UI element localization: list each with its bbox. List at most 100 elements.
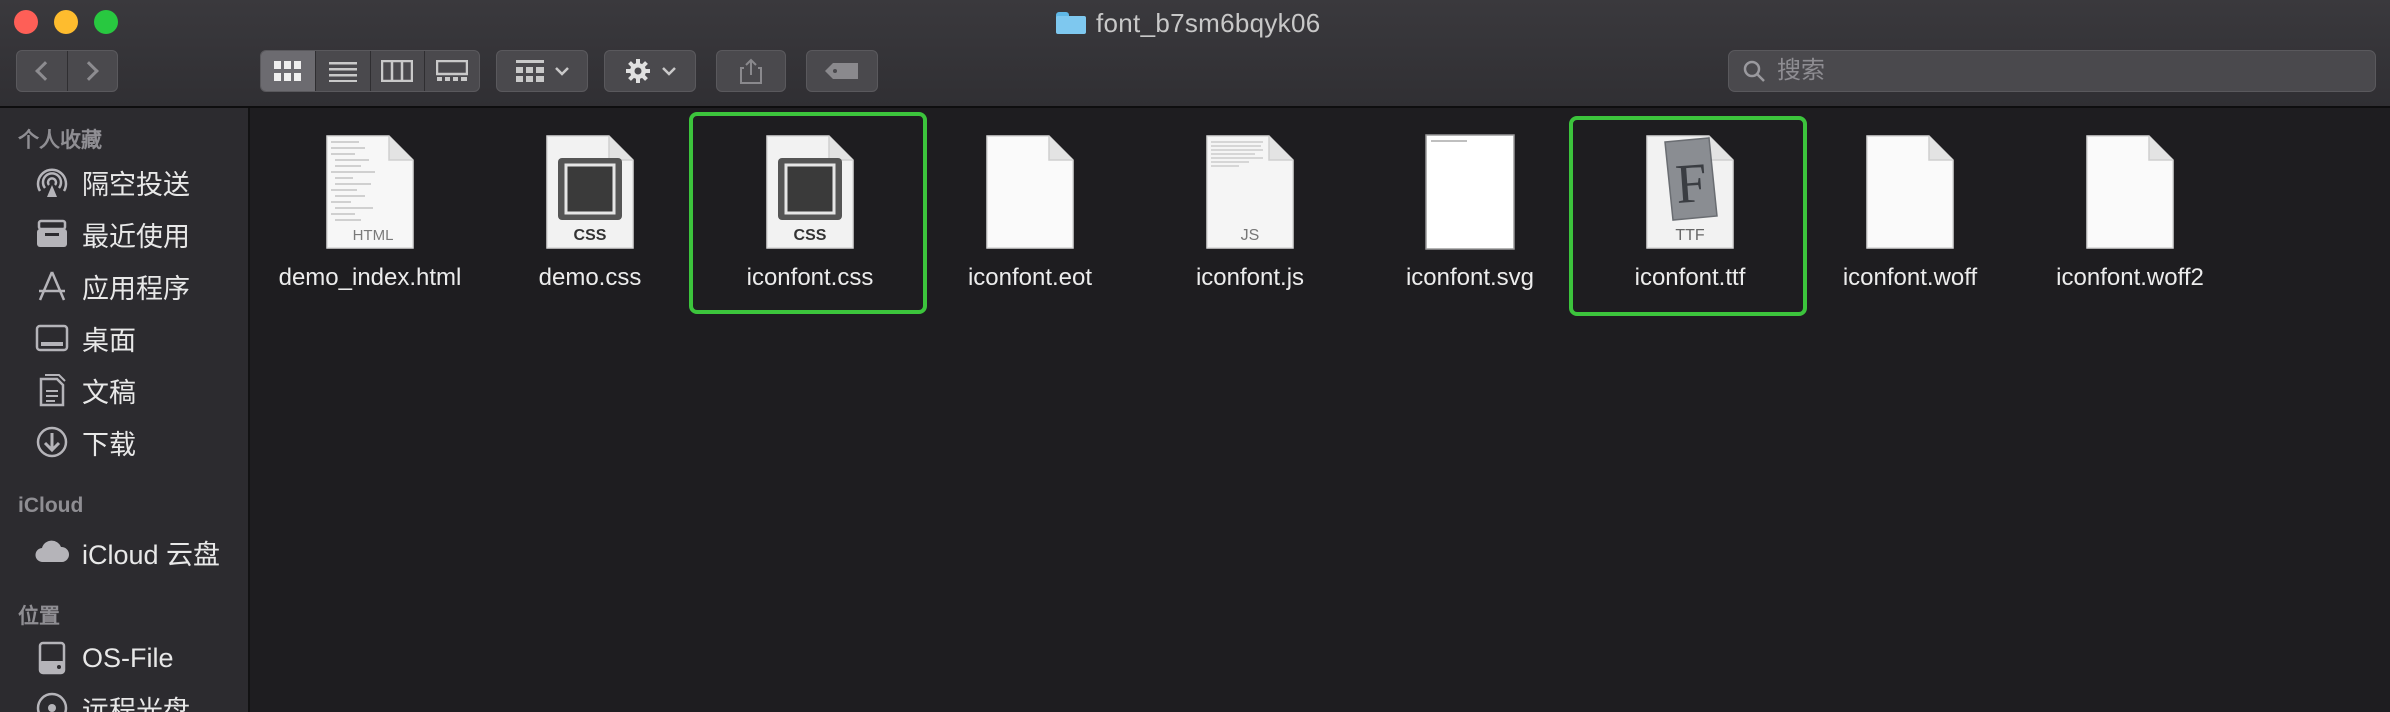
svg-text:HTML: HTML [353,227,394,244]
documents-icon [34,372,70,408]
sidebar-section-favorites: 个人收藏 [18,129,102,152]
recents-icon [34,216,70,252]
gallery-view-button[interactable] [424,51,479,91]
folder-icon [1056,12,1086,34]
sidebar-item-applications[interactable]: 应用程序 [34,266,190,306]
downloads-icon [34,424,70,460]
sidebar-item-label: OS-File [82,642,174,673]
gear-icon [626,59,650,83]
chevron-right-icon [79,61,100,81]
airdrop-icon [34,164,70,200]
remote-disc-icon [34,690,70,712]
file-name: iconfont.css [746,264,874,291]
chevron-down-icon [662,67,676,76]
sidebar-item-icloud-drive[interactable]: iCloud 云盘 [34,532,220,572]
share-icon [740,58,762,84]
sidebar-item-label: 远程光盘 [82,695,190,712]
file-name: iconfont.svg [1405,264,1535,291]
back-button[interactable] [17,51,67,91]
font-file-icon: F TTF [1646,135,1734,249]
blank-file-icon [2086,135,2174,249]
gallery-icon [436,60,469,81]
file-browser: HTML demo_index.html CSS demo.css CSS ic… [252,108,2390,712]
zoom-window-button[interactable] [94,10,118,34]
sidebar-item-remote-disc[interactable]: 远程光盘 [34,688,190,712]
navigation-buttons [16,50,118,92]
tag-button[interactable] [806,50,878,92]
icon-view-button[interactable] [261,51,315,91]
close-window-button[interactable] [14,10,38,34]
file-item[interactable]: CSS iconfont.css [710,124,910,314]
sidebar-item-recents[interactable]: 最近使用 [34,214,190,254]
forward-button[interactable] [66,51,118,91]
sidebar-item-downloads[interactable]: 下载 [34,422,136,462]
svg-file-icon [1425,134,1515,250]
sidebar-item-label: 桌面 [82,325,136,356]
file-item[interactable]: iconfont.eot [930,124,1130,314]
svg-text:TTF: TTF [1675,227,1705,244]
share-button[interactable] [716,50,786,92]
view-mode-segmented [260,50,480,92]
finder-window: font_b7sm6bqyk06 搜索 个人收藏 隔空投送 最近使用 应用程序 … [0,0,2390,712]
sidebar-section-icloud: iCloud [18,494,84,517]
sidebar-item-label: 最近使用 [82,221,190,252]
list-icon [328,62,357,82]
sidebar-item-documents[interactable]: 文稿 [34,370,136,410]
search-input[interactable] [1775,56,2339,86]
cloud-icon [34,534,70,570]
action-menu-button[interactable] [604,50,696,92]
file-name: iconfont.woff [1842,264,1978,291]
svg-text:JS: JS [1241,227,1260,244]
file-name: iconfont.eot [967,264,1093,291]
sidebar-section-locations: 位置 [18,605,60,628]
svg-text:CSS: CSS [794,227,827,244]
html-file-icon: HTML [326,135,414,249]
file-item[interactable]: JS iconfont.js [1150,124,1350,314]
list-view-button[interactable] [314,51,370,91]
file-item[interactable]: CSS demo.css [490,124,690,314]
column-view-button[interactable] [369,51,425,91]
css-file-icon: CSS [546,135,634,249]
group-icon [516,60,544,82]
disk-icon [34,640,70,676]
sidebar-item-label: 文稿 [82,377,136,408]
window-title-area: font_b7sm6bqyk06 [1056,6,1321,40]
file-item[interactable]: iconfont.woff2 [2030,124,2230,314]
file-name: iconfont.js [1195,264,1305,291]
file-item[interactable]: iconfont.woff [1810,124,2010,314]
window-title: font_b7sm6bqyk06 [1096,7,1321,38]
group-by-button[interactable] [496,50,588,92]
js-file-icon: JS [1206,135,1294,249]
file-name: demo.css [538,264,642,291]
toolbar: font_b7sm6bqyk06 [0,0,2390,108]
columns-icon [381,60,414,82]
applications-icon [34,268,70,304]
chevron-down-icon [555,67,569,76]
blank-file-icon [986,135,1074,249]
blank-file-icon [1866,135,1954,249]
sidebar: 个人收藏 隔空投送 最近使用 应用程序 桌面 文稿 下载 iCloud iClo… [0,108,250,712]
desktop-icon [34,320,70,356]
svg-text:CSS: CSS [574,227,607,244]
search-field[interactable] [1728,50,2376,92]
file-item[interactable]: HTML demo_index.html [270,124,470,314]
minimize-window-button[interactable] [54,10,78,34]
file-item[interactable]: iconfont.svg [1370,124,1570,314]
sidebar-item-desktop[interactable]: 桌面 [34,318,136,358]
chevron-left-icon [34,61,55,81]
sidebar-item-label: 下载 [82,429,136,460]
svg-text:F: F [1674,152,1709,216]
tag-icon [825,63,858,79]
css-file-icon: CSS [766,135,854,249]
sidebar-item-airdrop[interactable]: 隔空投送 [34,162,190,202]
file-name: iconfont.woff2 [2056,264,2204,291]
sidebar-item-label: 应用程序 [82,273,190,304]
search-icon [1743,60,1765,82]
sidebar-item-label: iCloud 云盘 [82,539,221,570]
sidebar-item-label: 隔空投送 [82,169,190,200]
file-name: demo_index.html [278,264,462,291]
file-item[interactable]: F TTF iconfont.ttf [1590,124,1790,314]
sidebar-item-os-file[interactable]: OS-File [34,638,174,678]
icon-grid-icon [273,61,301,81]
file-name: iconfont.ttf [1634,264,1746,291]
